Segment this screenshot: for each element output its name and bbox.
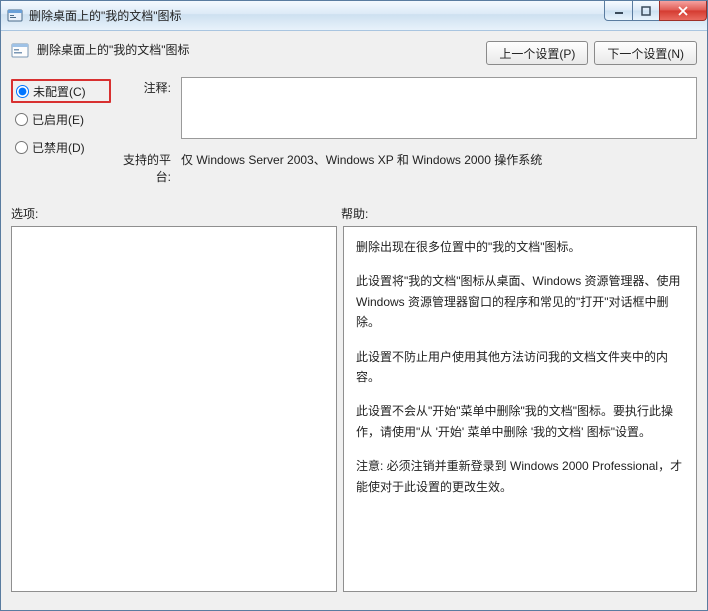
radio-disabled-label: 已禁用(D) xyxy=(32,139,85,156)
close-icon xyxy=(677,6,689,16)
section-labels: 选项: 帮助: xyxy=(11,205,697,222)
dialog-content: 删除桌面上的"我的文档"图标 上一个设置(P) 下一个设置(N) 未配置(C) … xyxy=(1,31,707,610)
radio-not-configured-input[interactable] xyxy=(16,85,29,98)
help-label: 帮助: xyxy=(341,205,368,222)
header-row: 删除桌面上的"我的文档"图标 上一个设置(P) 下一个设置(N) xyxy=(11,41,697,65)
titlebar: 删除桌面上的"我的文档"图标 xyxy=(1,1,707,31)
next-setting-button[interactable]: 下一个设置(N) xyxy=(594,41,697,65)
help-paragraph: 注意: 必须注销并重新登录到 Windows 2000 Professional… xyxy=(356,456,684,497)
app-icon xyxy=(7,8,23,24)
comment-row: 注释: xyxy=(111,77,697,139)
minimize-button[interactable] xyxy=(604,1,633,21)
options-panel xyxy=(11,226,337,592)
nav-buttons: 上一个设置(P) 下一个设置(N) xyxy=(486,41,697,65)
panels-row: 删除出现在很多位置中的"我的文档"图标。 此设置将"我的文档"图标从桌面、Win… xyxy=(11,226,697,592)
platform-value: 仅 Windows Server 2003、Windows XP 和 Windo… xyxy=(181,149,697,168)
radio-not-configured-label: 未配置(C) xyxy=(33,83,86,100)
maximize-button[interactable] xyxy=(632,1,660,21)
maximize-icon xyxy=(641,6,651,16)
close-button[interactable] xyxy=(659,1,707,21)
prev-setting-button[interactable]: 上一个设置(P) xyxy=(486,41,588,65)
radio-disabled[interactable]: 已禁用(D) xyxy=(11,135,111,159)
window-title: 删除桌面上的"我的文档"图标 xyxy=(29,7,182,24)
radio-enabled-label: 已启用(E) xyxy=(32,111,84,128)
comment-input[interactable] xyxy=(181,77,697,139)
radio-group: 未配置(C) 已启用(E) 已禁用(D) xyxy=(11,77,111,185)
platform-row: 支持的平台: 仅 Windows Server 2003、Windows XP … xyxy=(111,149,697,185)
config-section: 未配置(C) 已启用(E) 已禁用(D) 注释: 支持的平台: xyxy=(11,77,697,185)
options-label: 选项: xyxy=(11,205,341,222)
fields-column: 注释: 支持的平台: 仅 Windows Server 2003、Windows… xyxy=(111,77,697,185)
radio-enabled-input[interactable] xyxy=(15,113,28,126)
comment-label: 注释: xyxy=(111,77,181,96)
help-paragraph: 删除出现在很多位置中的"我的文档"图标。 xyxy=(356,237,684,257)
window-controls xyxy=(605,1,707,21)
radio-disabled-input[interactable] xyxy=(15,141,28,154)
help-panel: 删除出现在很多位置中的"我的文档"图标。 此设置将"我的文档"图标从桌面、Win… xyxy=(343,226,697,592)
help-paragraph: 此设置不防止用户使用其他方法访问我的文档文件夹中的内容。 xyxy=(356,347,684,388)
radio-enabled[interactable]: 已启用(E) xyxy=(11,107,111,131)
dialog-window: 删除桌面上的"我的文档"图标 xyxy=(0,0,708,611)
help-paragraph: 此设置不会从"开始"菜单中删除"我的文档"图标。要执行此操作，请使用"从 '开始… xyxy=(356,401,684,442)
minimize-icon xyxy=(614,6,624,16)
radio-not-configured[interactable]: 未配置(C) xyxy=(11,79,111,103)
bottom-spacer xyxy=(11,592,697,610)
platform-label: 支持的平台: xyxy=(111,149,181,185)
policy-icon xyxy=(11,42,29,60)
help-paragraph: 此设置将"我的文档"图标从桌面、Windows 资源管理器、使用 Windows… xyxy=(356,271,684,332)
page-title: 删除桌面上的"我的文档"图标 xyxy=(37,41,486,58)
